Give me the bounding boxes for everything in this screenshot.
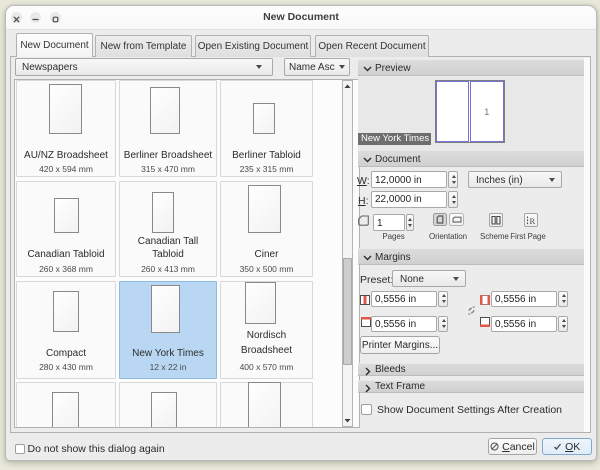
svg-text:R: R — [530, 216, 536, 226]
